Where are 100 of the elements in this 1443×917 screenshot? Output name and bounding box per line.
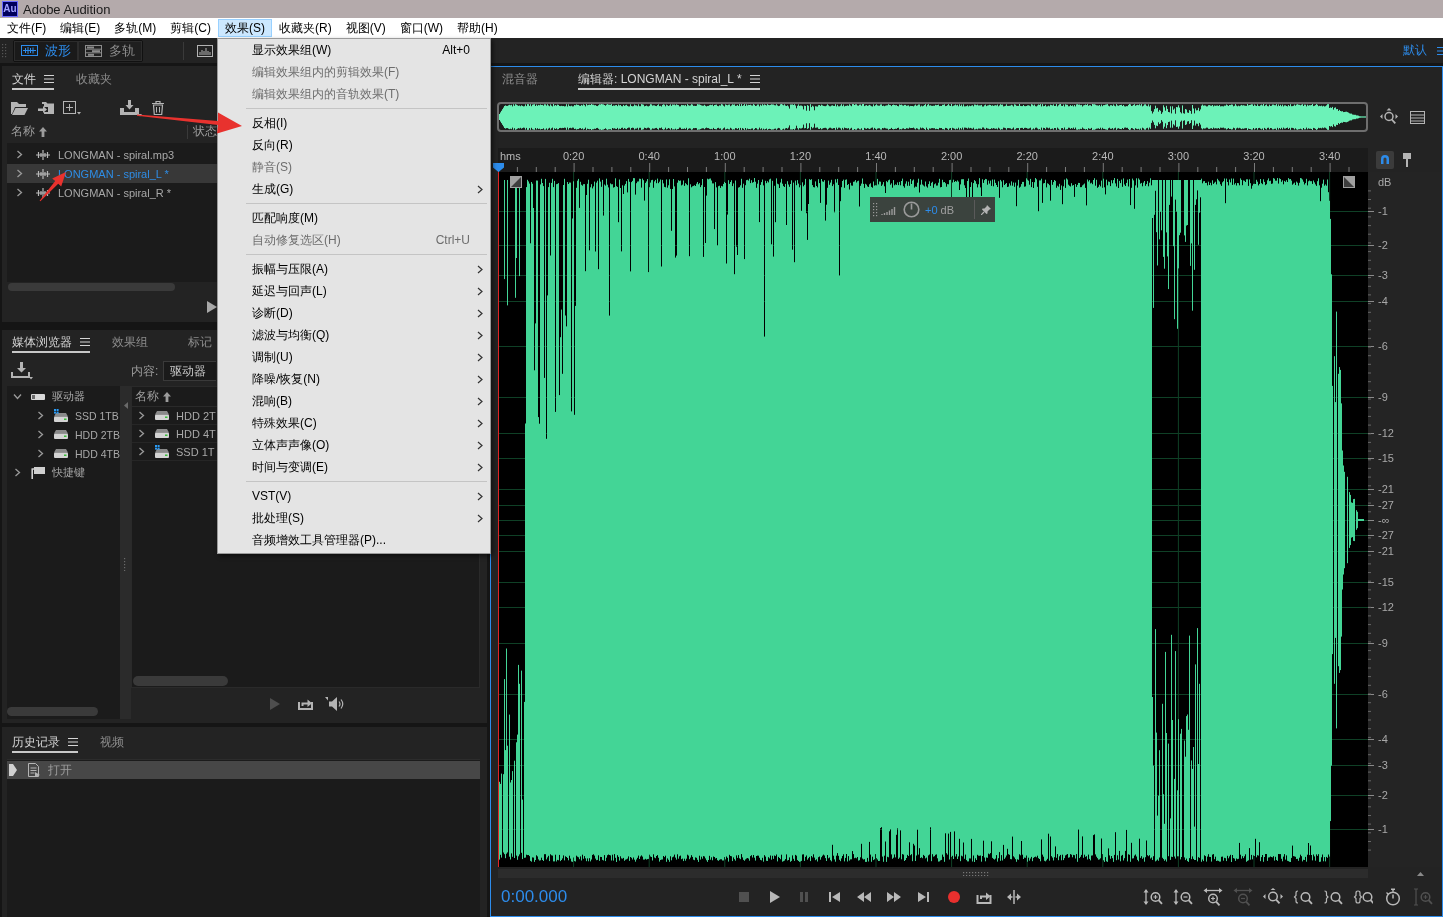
magnet-icon[interactable] [1376, 151, 1394, 169]
zoom-in-time-icon[interactable] [1203, 888, 1223, 906]
column-header[interactable]: 名称 [135, 388, 159, 405]
drive-row[interactable]: SSD 1T [132, 443, 217, 461]
skip-to-start-icon[interactable] [826, 889, 842, 905]
multitrack-mode-button[interactable]: 多轨 [78, 40, 142, 61]
menu-item[interactable]: VST(V) [252, 485, 490, 507]
menu-bar-item[interactable]: 视图(V) [338, 19, 393, 37]
menu-bar-item[interactable]: 剪辑(C) [163, 19, 218, 37]
menu-item[interactable]: 混响(B) [252, 390, 490, 412]
drive-row[interactable]: HDD 4T [132, 425, 217, 443]
trash-icon[interactable] [152, 101, 164, 115]
rewind-icon[interactable] [856, 889, 872, 905]
drive-row[interactable]: HDD 2T [132, 407, 217, 425]
gain-hud[interactable]: +0 dB [870, 197, 995, 222]
tree-item[interactable]: 快捷键 [7, 463, 120, 482]
tree-item[interactable]: HDD 2TB [7, 425, 120, 444]
marker-pin-icon[interactable] [1403, 153, 1411, 167]
column-header[interactable]: 状态 [193, 123, 217, 140]
content-dropdown[interactable]: 驱动器 [163, 361, 217, 381]
grip-icon[interactable] [2, 43, 7, 58]
tree-item[interactable]: HDD 4TB [7, 444, 120, 463]
zoom-out-point-icon[interactable] [1323, 888, 1343, 906]
stopwatch-icon[interactable] [1383, 888, 1403, 906]
menu-bar-item[interactable]: 收藏夹(R) [272, 19, 339, 37]
waveform-navigator[interactable] [497, 102, 1368, 132]
record-icon[interactable] [946, 889, 962, 905]
grip-icon[interactable] [124, 557, 127, 571]
grip-icon[interactable] [963, 871, 989, 876]
new-file-icon[interactable] [63, 101, 81, 115]
chevron-right-icon[interactable] [137, 429, 146, 438]
panel-menu-icon[interactable] [44, 75, 54, 83]
menu-bar-item[interactable]: 帮助(H) [450, 19, 505, 37]
scrollbar-thumb[interactable] [498, 869, 1368, 878]
menu-item[interactable]: 显示效果组(W) Alt+0 [252, 39, 490, 61]
zoom-in-point-icon[interactable] [1293, 888, 1313, 906]
scrollbar-thumb[interactable] [7, 707, 98, 716]
menu-item[interactable]: 反向(R) [252, 134, 490, 156]
panel-tab[interactable]: 历史记录 [12, 733, 78, 753]
scrollbar-thumb[interactable] [133, 676, 228, 686]
panel-menu-icon[interactable] [68, 738, 78, 746]
loop-icon[interactable] [298, 697, 313, 710]
menu-item[interactable]: 生成(G) [252, 178, 490, 200]
waveform-mode-button[interactable]: 波形 [14, 40, 78, 61]
menu-item[interactable]: 振幅与压限(A) [252, 258, 490, 280]
panel-tab[interactable]: 视频 [100, 733, 124, 753]
chevron-right-icon[interactable] [15, 188, 24, 197]
spectrum-icon[interactable] [197, 44, 213, 57]
panel-menu-icon[interactable] [749, 75, 760, 83]
tray-download-icon[interactable] [120, 99, 142, 117]
panel-tab[interactable]: 效果组 [112, 333, 166, 353]
chevron-right-icon[interactable] [36, 449, 45, 458]
list-icon[interactable] [1410, 110, 1425, 124]
menu-item[interactable]: 特殊效果(C) [252, 412, 490, 434]
skip-to-end-icon[interactable] [916, 889, 932, 905]
chevron-right-icon[interactable] [36, 411, 45, 420]
chevron-down-icon[interactable] [13, 392, 22, 401]
menu-item[interactable]: 时间与变调(E) [252, 456, 490, 478]
menu-item[interactable]: 音频增效工具管理器(P)... [252, 529, 490, 551]
pin-icon[interactable] [981, 204, 991, 215]
zoom-full-icon[interactable] [1263, 888, 1283, 906]
knob-icon[interactable] [903, 201, 920, 218]
file-row[interactable]: LONGMAN - spiral_L * [7, 164, 217, 183]
panel-tab[interactable]: 文件 [12, 70, 54, 90]
menu-item[interactable]: 批处理(S) [252, 507, 490, 529]
menu-item[interactable]: 诊断(D) [252, 302, 490, 324]
menu-icon[interactable] [1437, 46, 1443, 55]
tree-item[interactable]: 驱动器 [7, 387, 120, 406]
grip-icon[interactable] [873, 202, 878, 217]
menu-item[interactable]: 立体声声像(O) [252, 434, 490, 456]
panel-tab[interactable]: 混音器 [502, 70, 556, 90]
file-row[interactable]: LONGMAN - spiral_R * [7, 183, 217, 202]
menu-item[interactable]: 反相(I) [252, 112, 490, 134]
fade-in-handle-icon[interactable] [510, 176, 522, 188]
menu-item[interactable]: 滤波与均衡(Q) [252, 324, 490, 346]
panel-tab[interactable]: 收藏夹 [76, 70, 112, 90]
caret-up-icon[interactable] [1417, 871, 1424, 876]
scrollbar-thumb[interactable] [8, 283, 175, 291]
menu-item[interactable]: 延迟与回声(L) [252, 280, 490, 302]
zoom-in-amplitude-icon[interactable] [1143, 888, 1163, 906]
panel-menu-icon[interactable] [80, 338, 90, 346]
file-row[interactable]: LONGMAN - spiral.mp3 [7, 145, 217, 164]
skip-selection-icon[interactable] [1006, 889, 1022, 905]
fast-forward-icon[interactable] [886, 889, 902, 905]
download-icon[interactable] [11, 362, 33, 380]
chevron-right-icon[interactable] [15, 150, 24, 159]
time-ruler[interactable]: hms 0:20 0:40 1:00 1:20 1:40 2:00 2:20 2:40 3:00 3:20 3:40 [498, 148, 1368, 172]
zoom-selection-icon[interactable] [1353, 888, 1373, 906]
column-header[interactable]: 名称 [11, 123, 35, 140]
fade-out-handle-icon[interactable] [1343, 176, 1355, 188]
waveform-display[interactable]: +0 dB [498, 172, 1368, 867]
tree-item[interactable]: SSD 1TB [7, 406, 120, 425]
playhead-handle-icon[interactable] [493, 163, 504, 172]
chevron-right-icon[interactable] [15, 169, 24, 178]
collapse-arrow-icon[interactable] [123, 402, 128, 409]
history-item[interactable]: 打开 [7, 761, 480, 779]
workspace-switcher[interactable]: 默认 [1403, 42, 1427, 59]
menu-bar-item[interactable]: 窗口(W) [392, 19, 450, 37]
menu-bar-item[interactable]: 效果(S) [218, 19, 272, 37]
speaker-icon[interactable] [325, 696, 345, 711]
